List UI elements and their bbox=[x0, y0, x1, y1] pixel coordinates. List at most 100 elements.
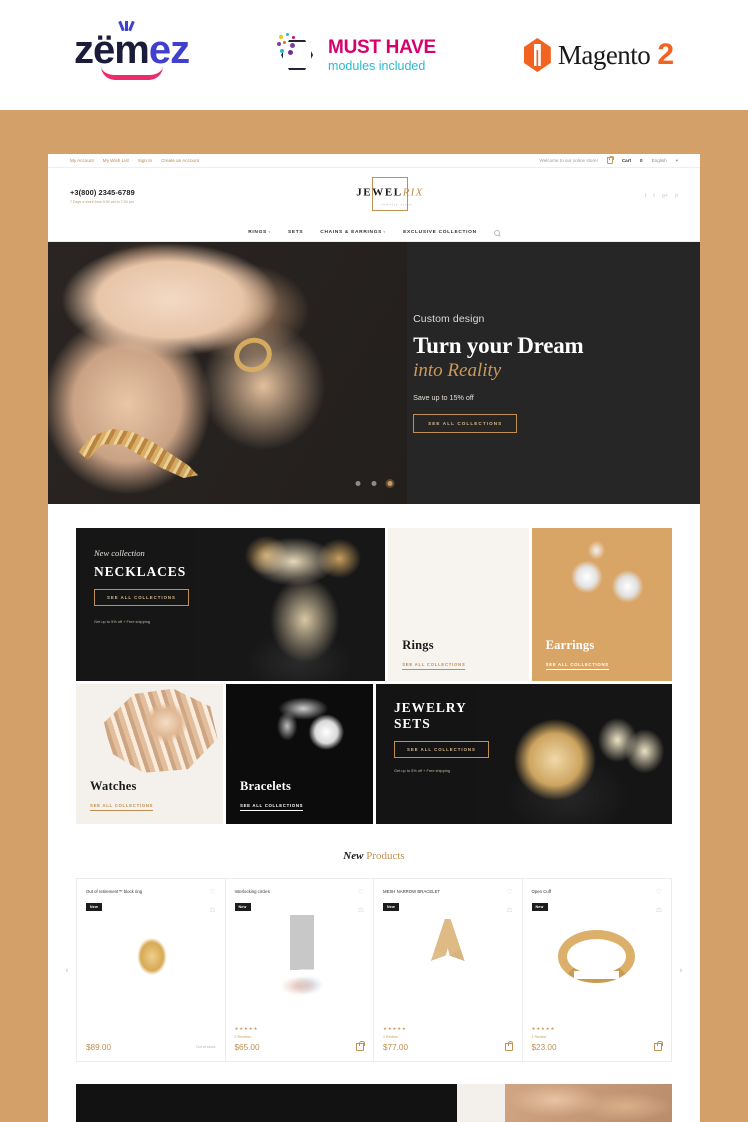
product-rating-stars: ★★★★★ bbox=[234, 1026, 259, 1032]
ring-image bbox=[397, 534, 526, 629]
search-icon[interactable] bbox=[493, 229, 500, 236]
bottom-banner-dark-panel bbox=[76, 1084, 458, 1122]
googleplus-icon[interactable]: g+ bbox=[662, 193, 668, 199]
product-reviews-count[interactable]: 1 Review bbox=[532, 1035, 663, 1039]
product-image bbox=[77, 913, 225, 1005]
product-name[interactable]: Interlocking circles bbox=[235, 889, 365, 895]
topbar-link-sign-in[interactable]: Sign In bbox=[138, 158, 152, 163]
product-card[interactable]: Interlocking circles New ♡ ⚖ ★★★★★ 2 Rev… bbox=[226, 879, 374, 1061]
rings-link[interactable]: SEE ALL COLLECTIONS bbox=[402, 662, 466, 670]
product-name[interactable]: MESH NARROW BRACELET bbox=[383, 889, 513, 895]
topbar-welcome-text: Welcome to our online store! bbox=[539, 158, 598, 163]
facebook-icon[interactable]: f bbox=[645, 193, 647, 199]
product-reviews-count[interactable]: 1 Review bbox=[383, 1035, 513, 1039]
category-tile-watches[interactable]: Watches SEE ALL COLLECTIONS bbox=[76, 684, 223, 824]
chevron-down-icon: ▾ bbox=[268, 230, 271, 234]
product-reviews-count[interactable]: 2 Reviews bbox=[235, 1035, 365, 1039]
hero-banner: Custom design Turn your Dream into Reali… bbox=[48, 242, 700, 504]
earrings-title: Earrings bbox=[545, 638, 595, 652]
add-to-cart-icon[interactable] bbox=[356, 1041, 365, 1051]
twitter-icon[interactable]: t bbox=[653, 193, 655, 199]
earrings-link[interactable]: SEE ALL COLLECTIONS bbox=[545, 662, 609, 670]
slider-dot-3-active[interactable] bbox=[387, 481, 393, 486]
add-to-cart-icon[interactable] bbox=[654, 1041, 663, 1051]
bracelets-title: Bracelets bbox=[240, 779, 292, 793]
new-products-carousel: ‹ › Out of retirement™ block ring New ♡ … bbox=[48, 878, 700, 1062]
musthave-logo: MUST HAVE modules included bbox=[277, 33, 436, 77]
site-logo[interactable]: JEWELRIX Jewelry store bbox=[356, 176, 422, 216]
product-badge-new: New bbox=[234, 902, 251, 911]
category-tile-necklaces[interactable]: New collection NECKLACES SEE ALL COLLECT… bbox=[76, 528, 386, 681]
topbar-link-create-account[interactable]: Create an Account bbox=[161, 158, 199, 163]
magento-name: Magento bbox=[557, 39, 651, 70]
magento-logo: Magento 2 bbox=[523, 38, 674, 72]
site-topbar: My Account My Wish List Sign In Create a… bbox=[48, 154, 700, 168]
category-tile-rings[interactable]: Rings SEE ALL COLLECTIONS bbox=[388, 528, 529, 681]
nav-item-chains-earrings[interactable]: CHAINS & EARRINGS ▾ bbox=[320, 230, 386, 235]
wishlist-heart-icon[interactable]: ♡ bbox=[506, 889, 512, 896]
slider-dot-1[interactable] bbox=[355, 481, 361, 486]
hexagon-icon bbox=[277, 33, 319, 77]
product-rating-stars: ★★★★★ bbox=[531, 1026, 556, 1032]
pinterest-icon[interactable]: p bbox=[675, 193, 678, 199]
product-card[interactable]: Open Cuff New ♡ ⚖ ★★★★★ 1 Review $23.00 bbox=[523, 879, 672, 1061]
hero-cta-button[interactable]: SEE ALL COLLECTIONS bbox=[413, 414, 518, 434]
nav-item-sets[interactable]: SETS bbox=[288, 230, 303, 235]
musthave-subtitle: modules included bbox=[328, 58, 426, 73]
product-name[interactable]: Out of retirement™ block ring bbox=[86, 889, 216, 895]
musthave-title: MUST HAVE bbox=[328, 36, 436, 58]
logo-accent: RIX bbox=[402, 186, 424, 199]
add-to-cart-icon[interactable] bbox=[504, 1041, 514, 1051]
bottom-banner-teaser[interactable] bbox=[76, 1084, 672, 1122]
product-price: $23.00 bbox=[531, 1043, 557, 1052]
category-tile-jewelry-sets[interactable]: JEWELRY SETS SEE ALL COLLECTIONS Get up … bbox=[376, 684, 672, 824]
cart-icon[interactable] bbox=[606, 155, 615, 164]
product-name[interactable]: Open Cuff bbox=[532, 889, 663, 895]
product-badge-new: New bbox=[531, 902, 548, 911]
necklaces-cta-button[interactable]: SEE ALL COLLECTIONS bbox=[94, 589, 189, 606]
slider-dot-2[interactable] bbox=[371, 481, 377, 486]
wishlist-heart-icon[interactable]: ♡ bbox=[656, 889, 662, 896]
watches-link[interactable]: SEE ALL COLLECTIONS bbox=[90, 803, 154, 811]
product-stock-status: Out of stock bbox=[195, 1045, 216, 1049]
page-root: zëmez MUST HAVE modules included Magento… bbox=[0, 0, 748, 1122]
contact-block: +3(800) 2345-6789 7 Days a week from 9:0… bbox=[70, 188, 135, 204]
rings-title: Rings bbox=[402, 638, 434, 652]
necklaces-note: Get up to 5% off + Free shipping bbox=[94, 619, 151, 624]
zemez-sparkle-icon bbox=[118, 20, 135, 32]
sets-cta-button[interactable]: SEE ALL COLLECTIONS bbox=[394, 741, 489, 758]
topbar-link-wishlist[interactable]: My Wish List bbox=[103, 158, 129, 163]
product-image bbox=[523, 913, 672, 1005]
cart-label[interactable]: Cart bbox=[622, 158, 631, 163]
wishlist-heart-icon[interactable]: ♡ bbox=[358, 889, 364, 896]
bracelets-link[interactable]: SEE ALL COLLECTIONS bbox=[240, 803, 304, 811]
nav-item-exclusive-collection[interactable]: EXCLUSIVE COLLECTION bbox=[403, 230, 477, 235]
product-card[interactable]: Out of retirement™ block ring New ♡ ⚖ $8… bbox=[77, 879, 226, 1061]
logo-main: JEWEL bbox=[356, 186, 403, 199]
carousel-next-arrow[interactable]: › bbox=[674, 966, 688, 975]
phone-number[interactable]: +3(800) 2345-6789 bbox=[70, 188, 135, 197]
hero-title: Turn your Dream bbox=[413, 332, 584, 358]
carousel-prev-arrow[interactable]: ‹ bbox=[60, 966, 74, 975]
category-tile-earrings[interactable]: Earrings SEE ALL COLLECTIONS bbox=[531, 528, 673, 681]
hero-kicker: Custom design bbox=[413, 312, 485, 325]
hero-subtitle: into Reality bbox=[413, 360, 502, 382]
logo-text: JEWELRIX Jewelry store bbox=[356, 183, 423, 207]
category-tile-bracelets[interactable]: Bracelets SEE ALL COLLECTIONS bbox=[226, 684, 373, 824]
main-navigation: RINGS ▾ SETS CHAINS & EARRINGS ▾ EXCLUSIVE… bbox=[48, 224, 700, 242]
product-card[interactable]: MESH NARROW BRACELET New ♡ ⚖ ★★★★★ 1 Rev… bbox=[374, 879, 523, 1061]
zemez-logo: zëmez bbox=[74, 20, 190, 80]
hero-model-photo bbox=[48, 242, 407, 504]
nav-item-rings[interactable]: RINGS ▾ bbox=[248, 230, 271, 235]
watch-image bbox=[103, 688, 218, 773]
product-rating-stars: ★★★★★ bbox=[383, 1026, 407, 1032]
topbar-link-my-account[interactable]: My Account bbox=[70, 158, 94, 163]
category-row-top: New collection NECKLACES SEE ALL COLLECT… bbox=[76, 528, 673, 681]
bracelet-image bbox=[255, 686, 371, 785]
language-switcher[interactable]: English bbox=[652, 158, 667, 163]
wishlist-heart-icon[interactable]: ♡ bbox=[209, 889, 215, 896]
necklaces-kicker: New collection bbox=[94, 548, 145, 558]
product-badge-new: New bbox=[383, 902, 399, 911]
watches-title: Watches bbox=[90, 779, 137, 793]
bottom-banner-light-gap bbox=[457, 1084, 506, 1122]
